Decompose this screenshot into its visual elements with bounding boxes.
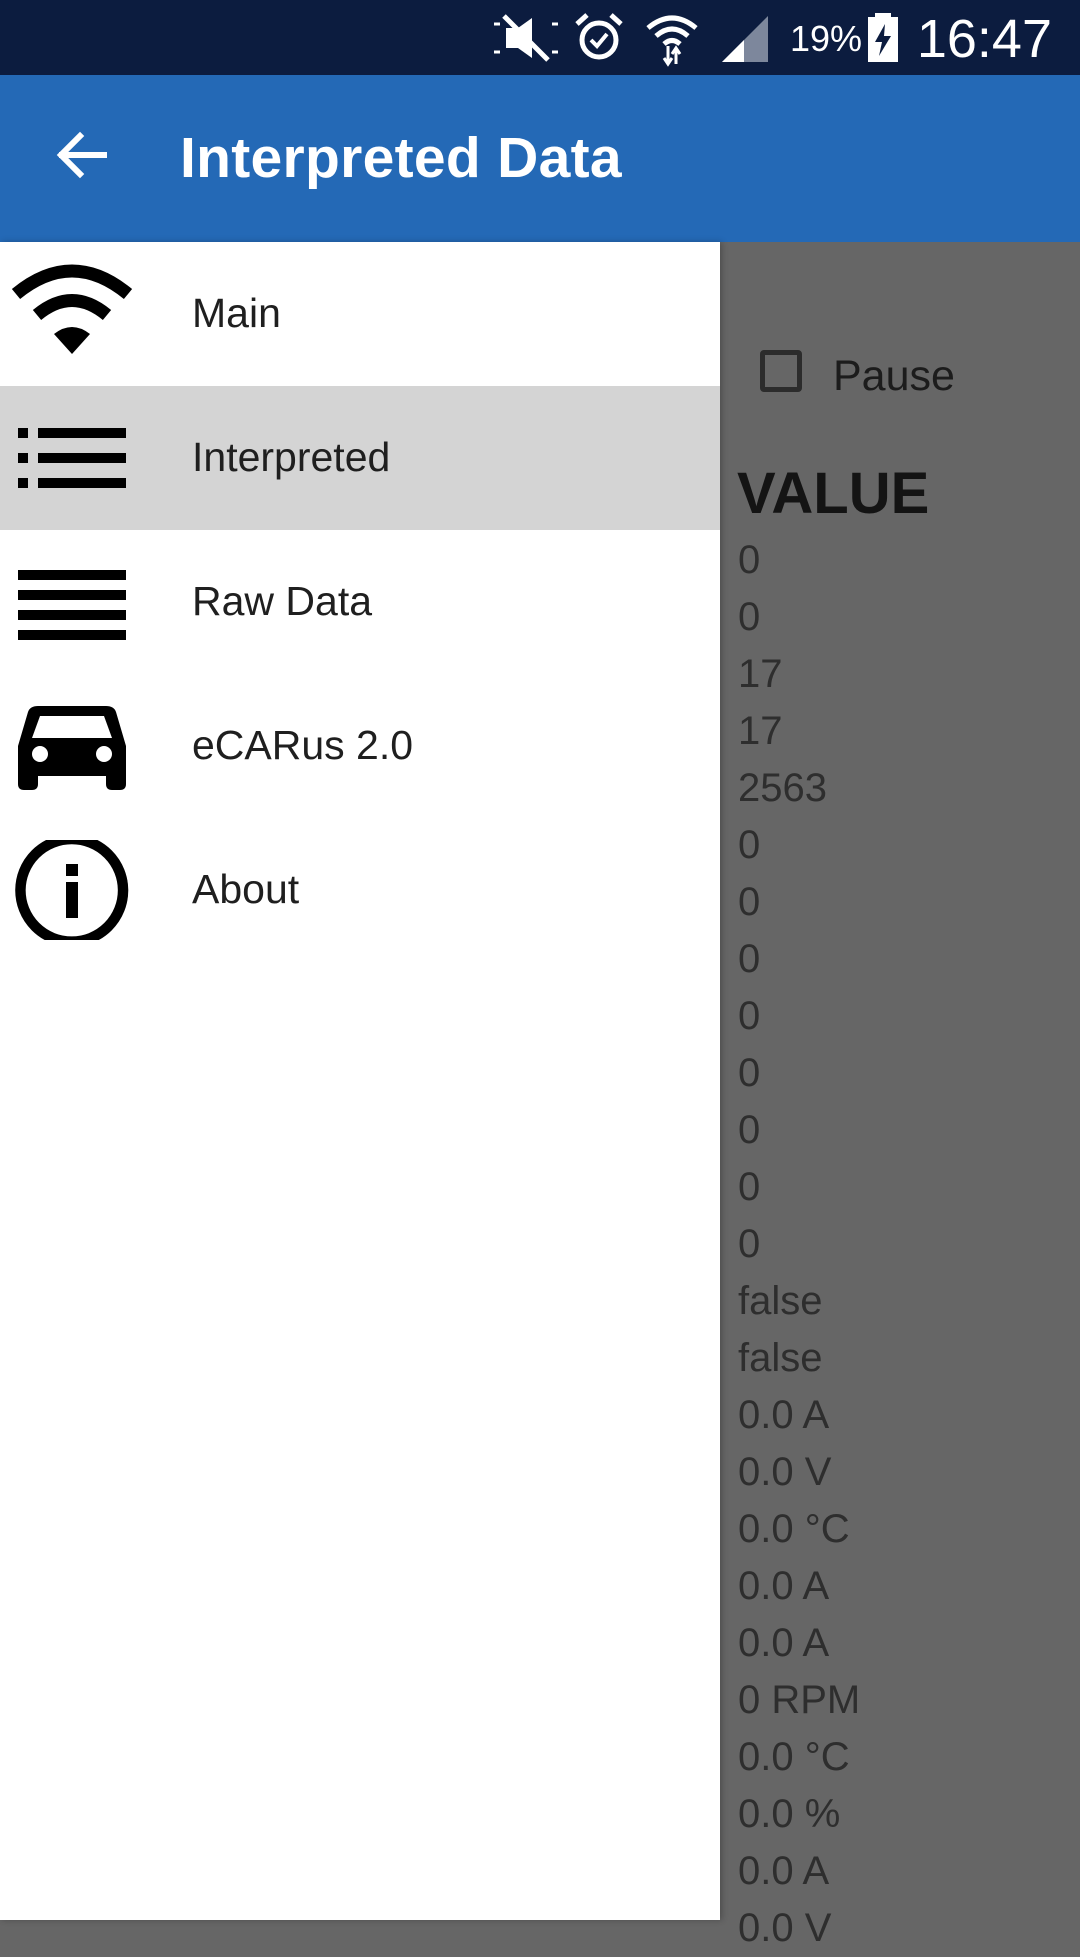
lines-icon [18,570,126,640]
clock: 16:47 [916,9,1052,69]
pause-checkbox[interactable] [760,350,802,392]
drawer-item-interpreted[interactable]: Interpreted [0,386,720,530]
list-item: 0.0 A [738,1621,830,1665]
list-item: false [738,1279,823,1323]
drawer-item-label: Interpreted [192,434,391,480]
list-item: 0 [738,1108,761,1152]
drawer-item-label: About [192,866,300,912]
list-item: 0.0 V [738,1906,832,1950]
drawer-item-label: eCARus 2.0 [192,722,414,768]
list-item: 0 [738,937,761,981]
list-item: 0 [738,1222,761,1266]
navigation-drawer: Main Interpreted Raw Data eCARus 2.0 Abo… [0,242,720,1920]
list-item: 0.0 °C [738,1507,850,1551]
list-item: false [738,1336,823,1380]
list-item: 17 [738,709,783,753]
list-item: 0 [738,1165,761,1209]
drawer-item-about[interactable]: About [0,818,720,962]
pause-label: Pause [833,352,955,400]
list-item: 0 RPM [738,1678,861,1722]
battery-charging-icon [868,13,898,62]
list-item: 17 [738,652,783,696]
list-item: 0 [738,1051,761,1095]
page-title: Interpreted Data [180,126,622,190]
list-item: 0.0 A [738,1564,830,1608]
app-bar: Interpreted Data [0,75,1080,242]
alarm-icon [575,13,623,60]
drawer-item-label: Main [192,290,281,336]
wifi-icon [11,264,133,354]
value-column-header: VALUE [737,461,930,526]
interpreted-content: Pause VALUE 0 0 17 17 2563 0 0 0 0 0 0 0… [720,242,1080,1950]
list-icon [18,428,126,488]
list-item: 0.0 V [738,1450,832,1494]
wifi-icon [646,15,698,67]
list-item: 0.0 A [738,1849,830,1893]
list-item: 0 [738,823,761,867]
cell-signal-icon [722,16,768,62]
list-item: 2563 [738,766,827,810]
status-bar: 19% 16:47 [0,0,1080,75]
battery-percent: 19% [789,18,862,59]
drawer-item-raw-data[interactable]: Raw Data [0,530,720,674]
list-item: 0 [738,880,761,924]
list-item: 0.0 °C [738,1735,850,1779]
info-icon [15,840,129,940]
drawer-item-label: Raw Data [192,578,373,624]
list-item: 0 [738,595,761,639]
arrow-back-icon[interactable] [54,127,110,183]
list-item: 0 [738,538,761,582]
drawer-item-ecarus[interactable]: eCARus 2.0 [0,674,720,818]
car-icon [18,706,126,790]
mute-icon [494,14,558,62]
value-list: 0 0 17 17 2563 0 0 0 0 0 0 0 0 false fal… [738,532,860,1957]
drawer-item-main[interactable]: Main [0,242,720,386]
list-item: 0.0 % [738,1792,841,1836]
list-item: 0.0 A [738,1393,830,1437]
list-item: 0 [738,994,761,1038]
